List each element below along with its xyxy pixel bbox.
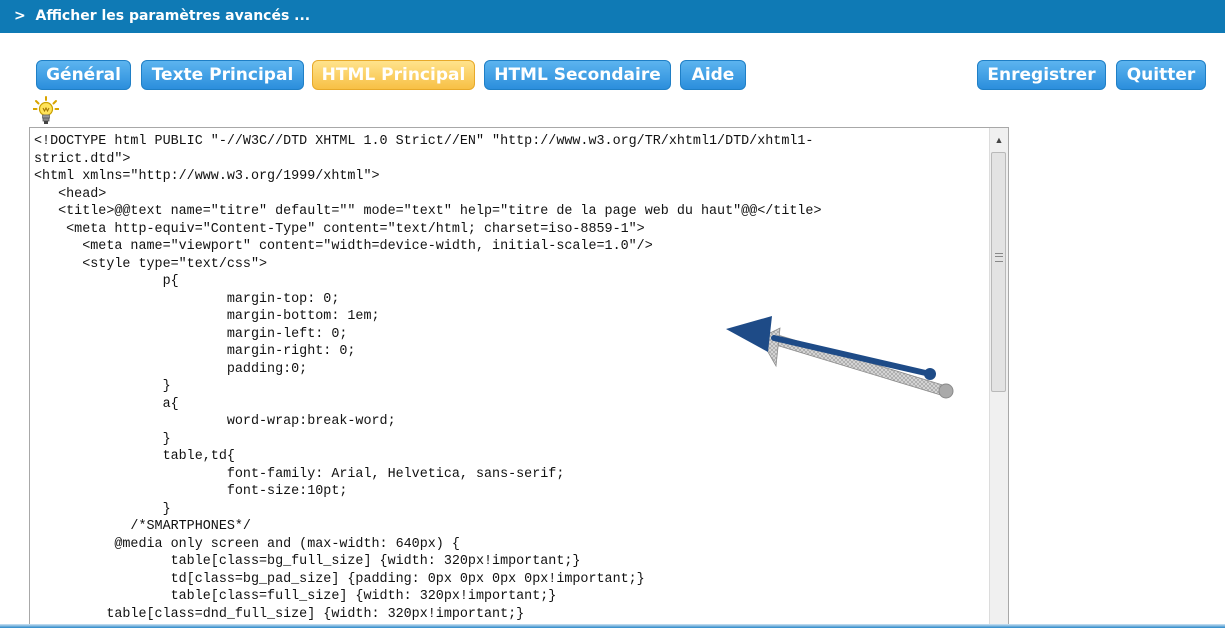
lightbulb-icon[interactable]: [32, 96, 60, 126]
advanced-settings-bar[interactable]: > Afficher les paramètres avancés ...: [0, 0, 1225, 33]
quitter-button[interactable]: Quitter: [1116, 60, 1206, 90]
pointer-arrow-icon: [726, 316, 954, 399]
scroll-up-arrow-icon[interactable]: ▲: [990, 133, 1008, 147]
advanced-settings-toggle[interactable]: > Afficher les paramètres avancés ...: [14, 8, 310, 24]
scrollbar-grip-icon: [995, 253, 1003, 262]
tab-texte-principal[interactable]: Texte Principal: [141, 60, 304, 90]
tab-html-principal[interactable]: HTML Principal: [312, 60, 475, 90]
editor-scrollbar[interactable]: ▲: [989, 128, 1008, 628]
enregistrer-button[interactable]: Enregistrer: [977, 60, 1106, 90]
tab-general[interactable]: Général: [36, 60, 131, 90]
scrollbar-thumb[interactable]: [991, 152, 1006, 392]
tab-aide[interactable]: Aide: [680, 60, 746, 90]
bottom-border: [0, 624, 1225, 628]
tab-html-secondaire[interactable]: HTML Secondaire: [484, 60, 671, 90]
